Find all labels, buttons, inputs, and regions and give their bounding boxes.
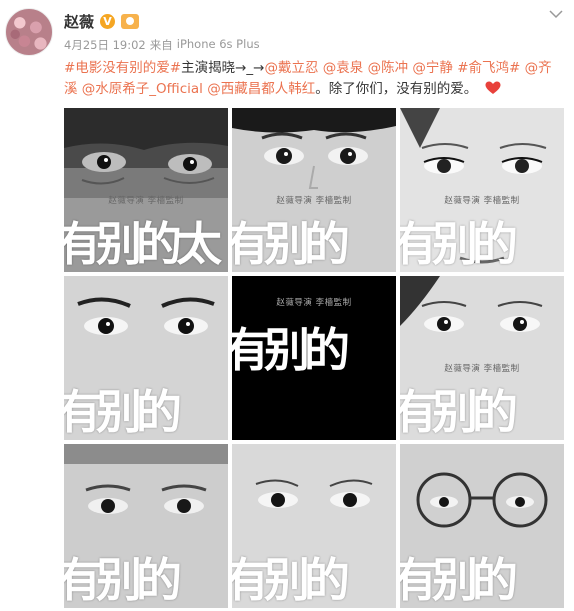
post-text-segment: 主演揭晓→_→ <box>181 60 265 76</box>
poster-title: 有别的 <box>232 553 350 607</box>
poster-title: 有别的 <box>64 385 182 439</box>
author-row: 赵薇 V <box>64 10 140 32</box>
mention-link[interactable]: @西藏昌都人韩红 <box>207 81 315 97</box>
poster-title: 有别的 <box>400 553 518 607</box>
poster-image[interactable]: 赵薇导演 李檣監制 有别的 <box>232 108 396 272</box>
poster-image[interactable]: 赵薇导演 李檣監制 有别的 <box>400 108 564 272</box>
weibo-post: 赵薇 V 4月25日 19:02 来自 iPhone 6s Plus #电影没有… <box>0 0 574 611</box>
chevron-down-icon[interactable] <box>548 8 564 20</box>
mention-link[interactable]: @袁泉 <box>323 60 364 76</box>
mention-link[interactable]: @陈冲 <box>368 60 409 76</box>
post-text: #电影没有别的爱#主演揭晓→_→@戴立忍 @袁泉 @陈冲 @宁静 #俞飞鸿# @… <box>64 58 564 100</box>
mention-link[interactable]: @齐 <box>525 60 552 76</box>
heart-icon <box>485 81 501 94</box>
poster-credit: 赵薇导演 李檣監制 <box>444 196 520 206</box>
poster-title: 有别的 <box>232 323 350 377</box>
poster-credit: 赵薇导演 李檣監制 <box>108 196 184 206</box>
avatar[interactable] <box>5 8 53 56</box>
hashtag-link[interactable]: #俞飞鸿# <box>457 60 520 76</box>
poster-title: 有别的 <box>64 553 182 607</box>
author-name[interactable]: 赵薇 <box>64 11 94 32</box>
poster-image[interactable]: 赵薇导演 李檣監制 有别的太 <box>64 108 228 272</box>
post-device: iPhone 6s Plus <box>176 37 260 51</box>
post-meta: 4月25日 19:02 来自 iPhone 6s Plus <box>64 37 260 53</box>
verified-badge-icon: V <box>100 13 116 29</box>
hashtag-link[interactable]: #电影没有别的爱# <box>64 60 181 76</box>
poster-credit: 赵薇导演 李檣監制 <box>276 298 352 308</box>
mention-link[interactable]: @水原希子_Official <box>82 81 203 97</box>
post-text-segment: 。除了你们，没有别的爱。 <box>315 81 478 97</box>
member-level-icon <box>121 13 140 29</box>
image-grid: 赵薇导演 李檣監制 有别的太 赵薇导演 李檣監制 有别的 赵薇导演 李檣監制 有… <box>64 108 564 608</box>
poster-title: 有别的 <box>400 217 518 271</box>
poster-title: 有别的太 <box>64 217 222 271</box>
poster-image[interactable]: 有别的 <box>64 276 228 440</box>
poster-image[interactable]: 有别的 <box>232 444 396 608</box>
poster-image[interactable]: 赵薇导演 李檣監制 有别的 <box>400 276 564 440</box>
poster-credit: 赵薇导演 李檣監制 <box>276 196 352 206</box>
poster-image[interactable]: 有别的 <box>400 444 564 608</box>
poster-title: 有别的 <box>232 217 350 271</box>
poster-title: 有别的 <box>400 385 518 439</box>
poster-credit: 赵薇导演 李檣監制 <box>444 364 520 374</box>
mention-link[interactable]: 溪 <box>64 81 78 97</box>
mention-link[interactable]: @戴立忍 <box>265 60 319 76</box>
post-date[interactable]: 4月25日 19:02 <box>64 37 146 53</box>
poster-image[interactable]: 赵薇导演 李檣監制 有别的 <box>232 276 396 440</box>
poster-image[interactable]: 有别的 <box>64 444 228 608</box>
source-prefix: 来自 <box>149 38 173 52</box>
mention-link[interactable]: @宁静 <box>412 60 453 76</box>
